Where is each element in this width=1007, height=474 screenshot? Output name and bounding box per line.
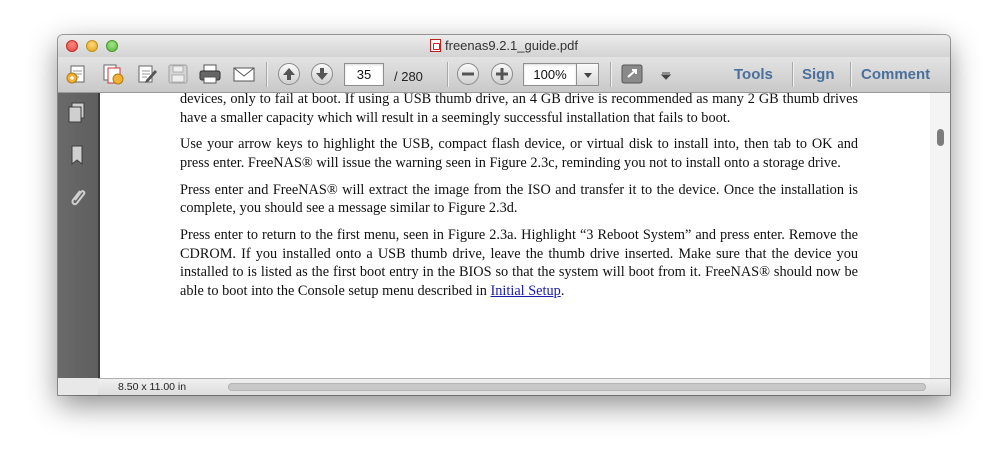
next-page-button[interactable] bbox=[311, 63, 333, 85]
navigation-pane bbox=[58, 93, 100, 378]
zoom-in-icon bbox=[496, 68, 508, 80]
edit-icon[interactable] bbox=[135, 63, 159, 85]
zoom-out-button[interactable] bbox=[457, 63, 479, 85]
vertical-scroll-thumb[interactable] bbox=[937, 129, 944, 146]
page-total: / 280 bbox=[394, 69, 423, 84]
create-pdf-icon[interactable] bbox=[66, 63, 90, 85]
pages-icon[interactable] bbox=[66, 101, 88, 125]
horizontal-scrollbar[interactable] bbox=[228, 383, 926, 391]
tools-button[interactable]: Tools bbox=[734, 66, 773, 83]
more-tools-icon[interactable] bbox=[654, 63, 672, 85]
print-icon[interactable] bbox=[198, 63, 222, 85]
toolbar-separator bbox=[447, 62, 448, 87]
page-size-label: 8.50 x 11.00 in bbox=[118, 381, 187, 393]
email-icon[interactable] bbox=[232, 63, 256, 85]
document-page: devices, only to fail at boot. If using … bbox=[180, 93, 858, 309]
page-up-icon bbox=[283, 68, 295, 80]
zoom-in-button[interactable] bbox=[491, 63, 513, 85]
toolbar: 35 / 280 100% Tools Sign Comment bbox=[58, 57, 950, 93]
zoom-dropdown-button[interactable] bbox=[577, 63, 599, 86]
toolbar-separator bbox=[266, 62, 267, 87]
toolbar-separator bbox=[610, 62, 611, 87]
status-bar: 8.50 x 11.00 in bbox=[98, 378, 950, 395]
vertical-scrollbar[interactable] bbox=[930, 93, 950, 378]
toolbar-separator bbox=[792, 62, 793, 87]
paragraph: Press enter and FreeNAS® will extract th… bbox=[180, 181, 858, 217]
save-icon[interactable] bbox=[166, 63, 190, 85]
paragraph-end: . bbox=[560, 282, 565, 299]
pdf-viewer-window: freenas9.2.1_guide.pdf 35 / 280 100% Too… bbox=[58, 35, 950, 395]
window-title-text: freenas9.2.1_guide.pdf bbox=[445, 38, 578, 53]
page-down-icon bbox=[316, 68, 328, 80]
bookmark-icon[interactable] bbox=[66, 143, 88, 167]
attachment-icon[interactable] bbox=[66, 186, 88, 210]
combine-files-icon[interactable] bbox=[101, 63, 125, 85]
document-view[interactable]: devices, only to fail at boot. If using … bbox=[100, 93, 930, 378]
title-bar[interactable]: freenas9.2.1_guide.pdf bbox=[58, 35, 950, 58]
paragraph: Use your arrow keys to highlight the USB… bbox=[180, 136, 858, 171]
page-number-input[interactable]: 35 bbox=[344, 63, 384, 86]
previous-page-button[interactable] bbox=[278, 63, 300, 85]
toolbar-separator bbox=[850, 62, 851, 87]
zoom-out-icon bbox=[462, 72, 474, 76]
initial-setup-link[interactable]: Initial Setup bbox=[491, 283, 561, 299]
sign-button[interactable]: Sign bbox=[802, 66, 835, 83]
zoom-level-input[interactable]: 100% bbox=[523, 63, 577, 86]
paragraph: devices, only to fail at boot. If using … bbox=[180, 93, 858, 126]
expand-icon[interactable] bbox=[620, 63, 644, 85]
comment-button[interactable]: Comment bbox=[861, 66, 930, 83]
pdf-file-icon bbox=[430, 39, 441, 52]
window-title: freenas9.2.1_guide.pdf bbox=[58, 38, 950, 53]
paragraph-with-link: Press enter to return to the first menu,… bbox=[180, 226, 858, 300]
